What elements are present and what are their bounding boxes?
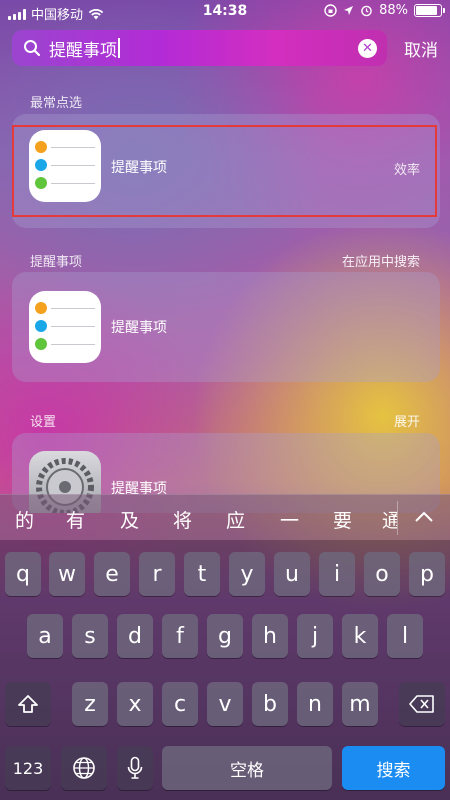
candidate-word[interactable]: 将 [173, 506, 192, 533]
candidate-word[interactable]: 通 [382, 506, 397, 533]
section-title-top-hits: 最常点选 [30, 96, 83, 111]
key-a[interactable]: a [27, 614, 63, 658]
candidate-word[interactable]: 一 [280, 506, 299, 533]
dictation-key[interactable] [117, 746, 153, 790]
key-u[interactable]: u [274, 552, 310, 596]
key-o[interactable]: o [364, 552, 400, 596]
section-title-settings: 设置 [30, 415, 57, 430]
key-l[interactable]: l [387, 614, 423, 658]
key-k[interactable]: k [342, 614, 378, 658]
search-icon [24, 40, 41, 57]
key-z[interactable]: z [72, 682, 108, 726]
search-key[interactable]: 搜索 [342, 746, 445, 790]
globe-icon [73, 757, 95, 779]
numbers-key[interactable]: 123 [5, 746, 51, 790]
candidate-bar: 的 有 及 将 应 一 要 通 [0, 494, 450, 540]
key-q[interactable]: q [5, 552, 41, 596]
shift-icon [18, 695, 38, 713]
reminders-result-card[interactable]: 提醒事项 [12, 272, 440, 382]
candidate-word[interactable]: 应 [226, 506, 245, 533]
battery-icon [414, 4, 445, 17]
candidate-word[interactable]: 要 [333, 506, 352, 533]
search-input[interactable]: 提醒事项 [49, 36, 117, 61]
delete-key[interactable] [399, 682, 445, 726]
cancel-button[interactable]: 取消 [404, 36, 438, 61]
key-i[interactable]: i [319, 552, 355, 596]
status-bar: 中国移动 14:38 88% [0, 0, 450, 24]
search-field[interactable]: 提醒事项 ✕ [12, 30, 387, 66]
candidate-word[interactable]: 有 [66, 506, 85, 533]
key-c[interactable]: c [162, 682, 198, 726]
reminders-result-label: 提醒事项 [111, 320, 167, 336]
key-p[interactable]: p [409, 552, 445, 596]
key-g[interactable]: g [207, 614, 243, 658]
reminders-app-icon [29, 291, 101, 363]
chevron-up-icon[interactable] [412, 505, 436, 529]
text-cursor [118, 38, 120, 58]
key-b[interactable]: b [252, 682, 288, 726]
key-y[interactable]: y [229, 552, 265, 596]
expand-link[interactable]: 展开 [394, 411, 420, 430]
key-x[interactable]: x [117, 682, 153, 726]
key-j[interactable]: j [297, 614, 333, 658]
key-t[interactable]: t [184, 552, 220, 596]
search-in-app-link[interactable]: 在应用中搜索 [342, 251, 420, 270]
clear-icon: ✕ [362, 40, 373, 56]
key-h[interactable]: h [252, 614, 288, 658]
key-d[interactable]: d [117, 614, 153, 658]
clear-search-button[interactable]: ✕ [358, 38, 377, 58]
section-title-reminders: 提醒事项 [30, 255, 83, 270]
key-s[interactable]: s [72, 614, 108, 658]
key-f[interactable]: f [162, 614, 198, 658]
battery-percent: 88% [379, 3, 408, 18]
shift-key[interactable] [5, 682, 51, 726]
key-w[interactable]: w [49, 552, 85, 596]
globe-key[interactable] [61, 746, 107, 790]
highlight-box [12, 125, 437, 217]
space-key[interactable]: 空格 [162, 746, 332, 790]
key-m[interactable]: m [342, 682, 378, 726]
location-icon [344, 6, 354, 15]
key-r[interactable]: r [139, 552, 175, 596]
candidate-word[interactable]: 及 [120, 506, 139, 533]
key-n[interactable]: n [297, 682, 333, 726]
alarm-icon [361, 5, 372, 17]
backspace-icon [409, 695, 434, 713]
orientation-lock-icon [324, 4, 337, 17]
key-e[interactable]: e [94, 552, 130, 596]
key-v[interactable]: v [207, 682, 243, 726]
candidate-divider [397, 501, 398, 535]
keyboard: q w e r t y u i o p a s d f g h j k l z … [0, 540, 450, 800]
candidate-word[interactable]: 的 [15, 506, 34, 533]
microphone-icon [127, 756, 143, 779]
